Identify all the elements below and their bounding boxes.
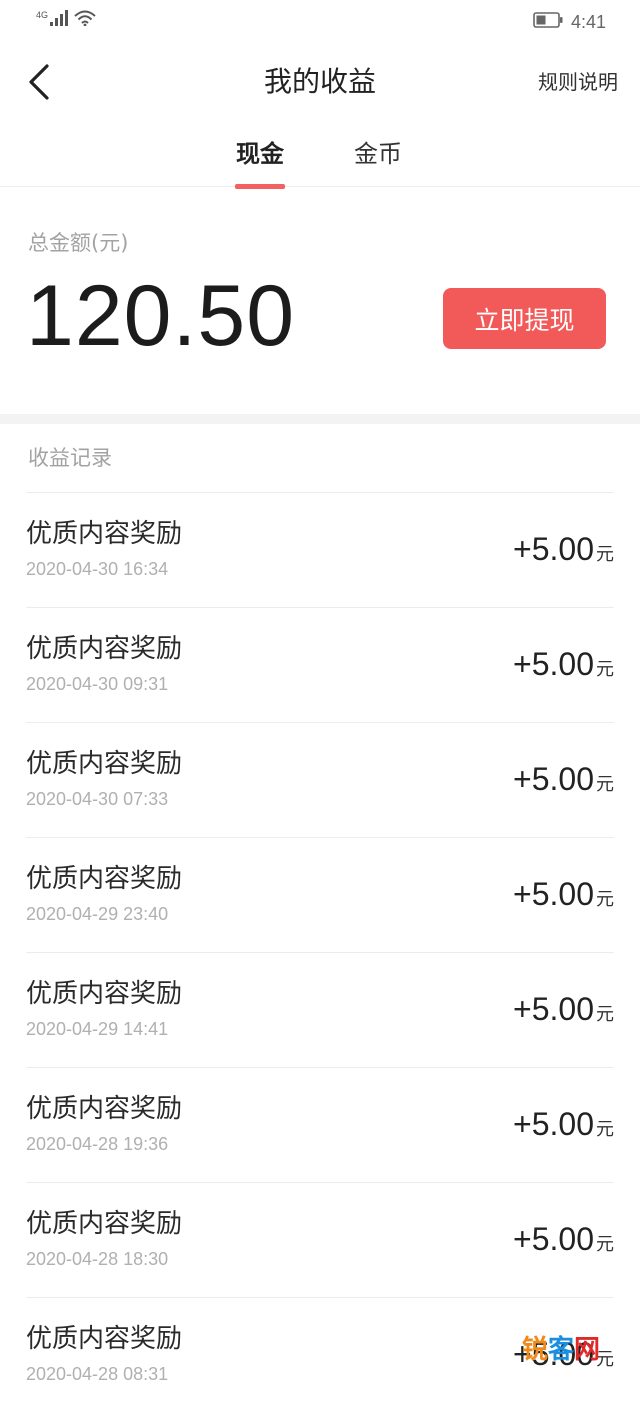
record-item[interactable]: 优质内容奖励 2020-04-30 07:33 +5.00 元 bbox=[26, 722, 614, 837]
tab-cash[interactable]: 现金 bbox=[235, 134, 285, 189]
record-amount: +5.00 元 bbox=[513, 1106, 614, 1143]
record-title: 优质内容奖励 bbox=[26, 519, 183, 549]
watermark: 锐 客 网 bbox=[522, 1329, 600, 1366]
total-amount-label: 总金额(元) bbox=[28, 231, 129, 255]
record-time: 2020-04-29 23:40 bbox=[26, 904, 169, 924]
record-title: 优质内容奖励 bbox=[26, 1094, 183, 1124]
amount-value: +5.00 bbox=[513, 646, 594, 682]
total-amount-value: 120.50 bbox=[26, 268, 296, 364]
record-title: 优质内容奖励 bbox=[26, 749, 183, 779]
record-time: 2020-04-30 09:31 bbox=[26, 674, 169, 694]
watermark-char-2: 客 bbox=[547, 1335, 574, 1365]
record-title: 优质内容奖励 bbox=[26, 1209, 183, 1239]
record-title: 优质内容奖励 bbox=[26, 1324, 183, 1354]
watermark-char-1: 锐 bbox=[521, 1335, 548, 1365]
record-item[interactable]: 优质内容奖励 2020-04-28 19:36 +5.00 元 bbox=[26, 1067, 614, 1182]
amount-value: +5.00 bbox=[513, 761, 594, 797]
record-time: 2020-04-28 08:31 bbox=[26, 1364, 169, 1384]
record-item[interactable]: 优质内容奖励 2020-04-28 18:30 +5.00 元 bbox=[26, 1182, 614, 1297]
amount-unit: 元 bbox=[596, 544, 614, 565]
tab-bar: 现金 金币 bbox=[0, 120, 640, 189]
nav-bar: 我的收益 规则说明 bbox=[0, 44, 640, 120]
record-amount: +5.00 元 bbox=[513, 761, 614, 798]
amount-unit: 元 bbox=[596, 659, 614, 680]
record-amount: +5.00 元 bbox=[513, 876, 614, 913]
records-title: 收益记录 bbox=[28, 446, 112, 470]
status-time: 4:41 bbox=[570, 12, 606, 32]
record-item[interactable]: 优质内容奖励 2020-04-30 16:34 +5.00 元 bbox=[26, 492, 614, 607]
record-time: 2020-04-29 14:41 bbox=[26, 1019, 169, 1039]
records-list: 优质内容奖励 2020-04-30 16:34 +5.00 元 优质内容奖励 2… bbox=[0, 492, 640, 1412]
amount-unit: 元 bbox=[596, 1004, 614, 1025]
amount-value: +5.00 bbox=[513, 876, 594, 912]
status-left: 4G bbox=[36, 10, 96, 30]
earnings-summary: 总金额(元) 120.50 立即提现 bbox=[0, 187, 640, 414]
amount-unit: 元 bbox=[596, 774, 614, 795]
record-amount: +5.00 元 bbox=[513, 1221, 614, 1258]
record-title: 优质内容奖励 bbox=[26, 634, 183, 664]
amount-unit: 元 bbox=[596, 1234, 614, 1255]
watermark-char-3: 网 bbox=[573, 1335, 600, 1365]
amount-value: +5.00 bbox=[513, 1221, 594, 1257]
network-type: 4G bbox=[36, 10, 49, 20]
record-time: 2020-04-28 18:30 bbox=[26, 1249, 169, 1269]
record-amount: +5.00 元 bbox=[513, 646, 614, 683]
record-title: 优质内容奖励 bbox=[26, 864, 183, 894]
section-divider bbox=[0, 414, 640, 424]
signal-icon bbox=[50, 10, 69, 30]
withdraw-button[interactable]: 立即提现 bbox=[443, 288, 606, 349]
record-time: 2020-04-30 16:34 bbox=[26, 559, 169, 579]
tab-coins[interactable]: 金币 bbox=[354, 134, 402, 169]
record-item[interactable]: 优质内容奖励 2020-04-29 14:41 +5.00 元 bbox=[26, 952, 614, 1067]
amount-value: +5.00 bbox=[513, 531, 594, 567]
amount-unit: 元 bbox=[596, 1119, 614, 1140]
record-time: 2020-04-28 19:36 bbox=[26, 1134, 169, 1154]
rules-link[interactable]: 规则说明 bbox=[538, 66, 618, 95]
battery-icon bbox=[533, 12, 563, 33]
record-amount: +5.00 元 bbox=[513, 991, 614, 1028]
record-title: 优质内容奖励 bbox=[26, 979, 183, 1009]
amount-unit: 元 bbox=[596, 889, 614, 910]
status-right: 4:41 bbox=[533, 12, 606, 33]
amount-value: +5.00 bbox=[513, 991, 594, 1027]
amount-value: +5.00 bbox=[513, 1106, 594, 1142]
record-item[interactable]: 优质内容奖励 2020-04-29 23:40 +5.00 元 bbox=[26, 837, 614, 952]
status-bar: 4G 4:41 bbox=[0, 0, 640, 44]
wifi-icon bbox=[74, 10, 96, 30]
record-time: 2020-04-30 07:33 bbox=[26, 789, 169, 809]
record-amount: +5.00 元 bbox=[513, 531, 614, 568]
record-item[interactable]: 优质内容奖励 2020-04-30 09:31 +5.00 元 bbox=[26, 607, 614, 722]
